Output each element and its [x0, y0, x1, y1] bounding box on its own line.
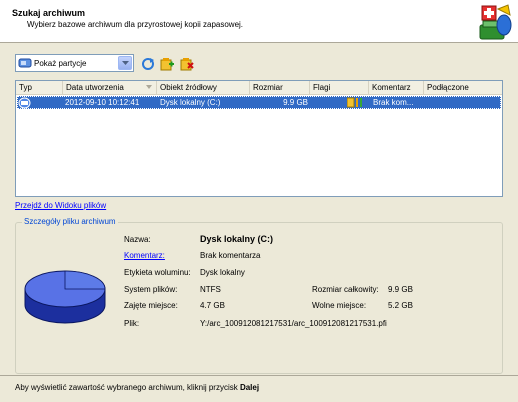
partition-archive-icon: [18, 96, 34, 109]
comment-link[interactable]: Komentarz:: [124, 251, 165, 260]
table-row[interactable]: 2012-09-10 10:12:41 Dysk lokalny (C:) 9.…: [17, 96, 501, 109]
file-label: Plik:: [124, 319, 140, 328]
file-view-link[interactable]: Przejdź do Widoku plików: [15, 201, 106, 210]
column-header-date[interactable]: Data utworzenia: [63, 81, 157, 95]
free-space-value: 5.2 GB: [388, 301, 413, 310]
row-comment: Brak kom...: [373, 98, 414, 107]
remove-archive-icon: [180, 57, 194, 70]
archive-list[interactable]: Typ Data utworzenia Obiekt źródłowy Rozm…: [15, 80, 503, 197]
sort-desc-icon: [146, 85, 152, 89]
view-mode-select[interactable]: Pokaż partycje: [15, 54, 134, 72]
file-path-value: Y:/arc_100912081217531/arc_1009120812175…: [200, 319, 387, 328]
filesystem-label: System plików:: [124, 285, 178, 294]
refresh-icon: [142, 57, 154, 70]
volume-label-label: Etykieta woluminu:: [124, 268, 191, 277]
column-header-flags[interactable]: Flagi: [310, 81, 369, 95]
header-subtitle: Wybierz bazowe archiwum dla przyrostowej…: [27, 20, 244, 29]
total-size-label: Rozmiar całkowity:: [312, 285, 379, 294]
used-space-label: Zajęte miejsce:: [124, 301, 178, 310]
footer-hint-next: Dalej: [239, 383, 260, 392]
total-size-value: 9.9 GB: [388, 285, 413, 294]
filesystem-value: NTFS: [200, 285, 221, 294]
partition-icon: [18, 58, 32, 68]
column-header-size[interactable]: Rozmiar: [250, 81, 310, 95]
footer: Aby wyświetlić zawartość wybranego archi…: [0, 375, 518, 402]
disk-usage-icon: [24, 270, 106, 324]
column-header-date-label: Data utworzenia: [66, 83, 124, 92]
column-header-source[interactable]: Obiekt źródłowy: [157, 81, 250, 95]
column-header-comment[interactable]: Komentarz: [369, 81, 424, 95]
used-space-value: 4.7 GB: [200, 301, 225, 310]
wizard-header: Szukaj archiwum Wybierz bazowe archiwum …: [0, 0, 518, 43]
comment-value: Brak komentarza: [200, 251, 261, 260]
row-size: 9.9 GB: [283, 98, 308, 107]
column-header-type[interactable]: Typ: [16, 81, 63, 95]
refresh-button[interactable]: [140, 56, 156, 71]
name-value: Dysk lokalny (C:): [200, 234, 274, 244]
view-mode-value: Pokaż partycje: [34, 58, 87, 68]
remove-archive-button[interactable]: [179, 56, 195, 71]
archive-details-group: Szczegóły pliku archiwum Nazwa: Dysk lok…: [15, 217, 503, 374]
list-header: Typ Data utworzenia Obiekt źródłowy Rozm…: [16, 81, 502, 95]
add-archive-icon: [160, 57, 174, 70]
chevron-down-icon[interactable]: [118, 56, 132, 70]
row-source: Dysk lokalny (C:): [160, 98, 221, 107]
column-header-mounted[interactable]: Podłączone: [424, 81, 502, 95]
header-title: Szukaj archiwum: [12, 8, 86, 18]
free-space-label: Wolne miejsce:: [312, 301, 367, 310]
add-archive-button[interactable]: [159, 56, 175, 71]
name-label: Nazwa:: [124, 235, 151, 244]
footer-hint-text: Aby wyświetlić zawartość wybranego archi…: [15, 383, 240, 392]
row-date: 2012-09-10 10:12:41: [65, 98, 140, 107]
row-mounted: [428, 96, 500, 109]
volume-label-value: Dysk lokalny: [200, 268, 245, 277]
group-title: Szczegóły pliku archiwum: [22, 217, 118, 226]
backup-wizard-icon: [479, 4, 512, 40]
flags-icon: [347, 96, 369, 109]
footer-hint: Aby wyświetlić zawartość wybranego archi…: [15, 383, 259, 392]
